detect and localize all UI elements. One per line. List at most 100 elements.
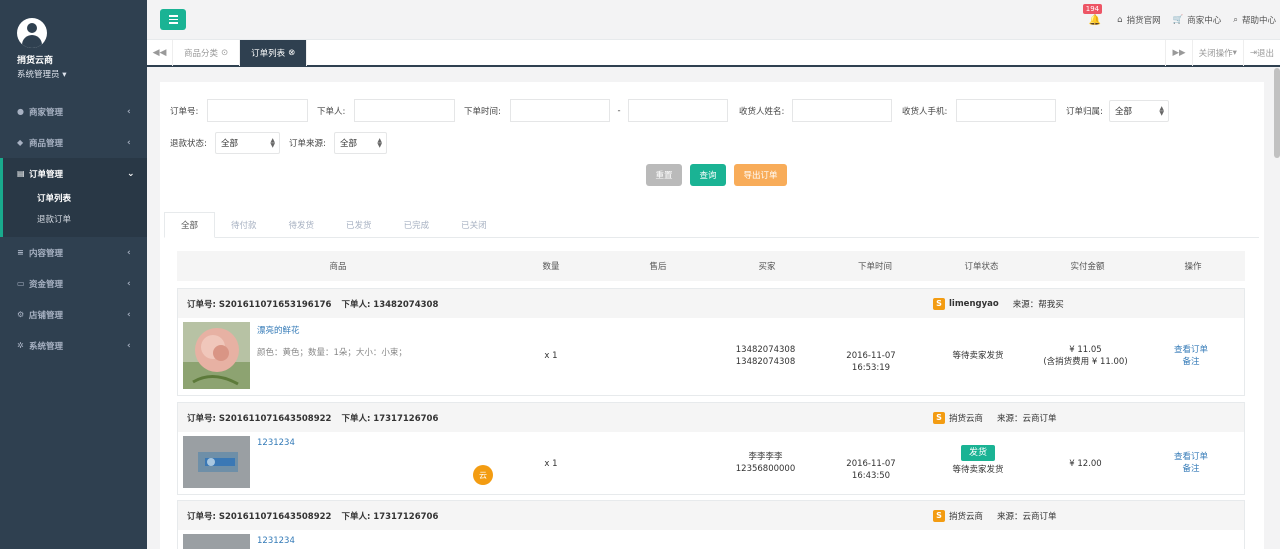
order-owner-select[interactable]: 全部 ▲ ▼ (1109, 99, 1169, 122)
notification-bell[interactable]: 🔔 194 (1082, 3, 1103, 26)
col-goods: 商品 (329, 262, 347, 272)
order-orderer: 下单人: 13482074308 (341, 299, 439, 310)
order-shop: S 捎货云商 来源：云商订单 (933, 411, 1057, 424)
user-icon: ● (17, 107, 24, 116)
reset-button[interactable]: 重置 (646, 164, 682, 186)
product-thumbnail[interactable] (183, 436, 250, 488)
cloud-badge: 云 (473, 465, 493, 485)
order-body: 1231234 (178, 530, 1244, 549)
product-title-link[interactable]: 漂亮的鲜花 (257, 324, 300, 336)
product-thumbnail[interactable] (183, 534, 250, 549)
label-order-source: 订单来源: (289, 139, 326, 149)
col-after-sales: 售后 (649, 262, 667, 272)
logout-button[interactable]: ⇥ 退出 (1242, 40, 1280, 66)
order-no-input[interactable] (207, 99, 308, 122)
tabs-scroll-right-button[interactable]: ▶▶ (1165, 40, 1191, 66)
shop-logo-icon: S (933, 411, 945, 424)
sidebar-menu: ● 商家管理 ‹ ◆ 商品管理 ‹ ▤ 订单管理 ⌄ 订单列表 退款订单 ≡ 内容管理 ‹ ▭ 资… (0, 96, 147, 361)
merchant-center-link[interactable]: 🛒 商家中心 (1173, 14, 1222, 26)
order-header: 订单号: S201611071643508922 下单人: 1731712670… (178, 501, 1244, 530)
label-order-owner: 订单归属: (1066, 106, 1103, 117)
page-tabs-bar: ◀◀ 商品分类 ⊙ 订单列表 ⊗ ▶▶ 关闭操作 ▾ ⇥ 退出 (147, 40, 1280, 67)
main-content: 订单号: 下单人: 下单时间: - 收货人姓名: 收货人手机: 订单归属: 全部… (160, 82, 1264, 549)
order-buyer: 李李李李 12356800000 (735, 452, 796, 474)
ship-button[interactable]: 发货 (960, 445, 995, 461)
sidebar-item-system[interactable]: ✲ 系统管理 ‹ (0, 330, 147, 361)
chevron-left-icon: ‹ (127, 309, 131, 320)
tab-status-closed[interactable]: 已关闭 (445, 212, 503, 237)
tab-status-all[interactable]: 全部 (164, 212, 216, 238)
tab-status-completed[interactable]: 已完成 (388, 212, 446, 237)
updown-arrow-icon: ▲ ▼ (1159, 104, 1164, 117)
tab-status-pending-shipment[interactable]: 待发货 (273, 212, 331, 237)
product-title-link[interactable]: 1231234 (257, 536, 295, 546)
cogs-icon: ⚙ (17, 310, 25, 319)
profile: 捎货云商 系统管理员 ▾ (0, 0, 147, 88)
menu-toggle-button[interactable] (160, 9, 186, 30)
order-number: 订单号: S201611071653196176 (187, 299, 332, 310)
order-source: 来源：云商订单 (997, 511, 1057, 522)
order-time-end-input[interactable] (628, 99, 728, 122)
orderer-input[interactable] (354, 99, 455, 122)
product-title-link[interactable]: 1231234 (257, 438, 295, 448)
receiver-name-input[interactable] (792, 99, 892, 122)
updown-arrow-icon: ▲ ▼ (270, 137, 275, 149)
close-circle-icon[interactable]: ⊗ (288, 48, 295, 58)
double-chevron-left-icon: ◀◀ (152, 48, 167, 58)
top-navbar: 🔔 194 ⌂ 捎货官网 🛒 商家中心 ⌕ 帮助中心 (147, 0, 1280, 40)
order-source-select[interactable]: 全部 ▲ ▼ (334, 132, 387, 154)
receiver-phone-input[interactable] (956, 99, 1056, 122)
product-attributes: 颜色：黄色；数量：1朵；大小：小束； (257, 348, 407, 358)
official-site-link[interactable]: ⌂ 捎货官网 (1117, 14, 1160, 26)
double-chevron-right-icon: ▶▶ (1172, 48, 1186, 58)
close-circle-icon[interactable]: ⊙ (221, 48, 228, 58)
sidebar-subitem-refund-orders[interactable]: 退款订单 (3, 210, 147, 231)
tab-status-pending-payment[interactable]: 待付款 (215, 212, 273, 237)
export-orders-button[interactable]: 导出订单 (734, 164, 787, 186)
sidebar-item-content[interactable]: ≡ 内容管理 ‹ (0, 237, 147, 268)
remark-link[interactable]: 备注 (1158, 463, 1224, 475)
order-orderer: 下单人: 17317126706 (341, 413, 439, 424)
sidebar-item-finance[interactable]: ▭ 资金管理 ‹ (0, 268, 147, 299)
remark-link[interactable]: 备注 (1158, 356, 1224, 368)
query-button[interactable]: 查询 (690, 164, 726, 186)
user-role-dropdown[interactable]: 系统管理员 ▾ (17, 68, 147, 80)
order-status-tabs: 全部 待付款 待发货 已发货 已完成 已关闭 (164, 212, 1259, 238)
cart-icon: 🛒 (1172, 15, 1184, 25)
help-center-link[interactable]: ⌕ 帮助中心 (1233, 14, 1276, 26)
order-number: 订单号: S201611071643508922 (187, 511, 332, 522)
page-scrollbar[interactable] (1274, 68, 1280, 158)
sidebar-item-orders[interactable]: ▤ 订单管理 ⌄ 订单列表 退款订单 (0, 158, 147, 237)
order-source: 来源：帮我买 (1012, 299, 1064, 310)
close-operations-dropdown[interactable]: 关闭操作 ▾ (1191, 40, 1243, 66)
tab-order-list[interactable]: 订单列表 ⊗ (240, 40, 308, 66)
product-thumbnail-rose[interactable] (183, 322, 250, 389)
sidebar-item-goods[interactable]: ◆ 商品管理 ‹ (0, 127, 147, 158)
order-table-header: 商品 数量 售后 买家 下单时间 订单状态 实付金额 操作 (177, 251, 1245, 281)
tab-goods-category[interactable]: 商品分类 ⊙ (173, 40, 241, 66)
sidebar-item-shop[interactable]: ⚙ 店铺管理 ‹ (0, 299, 147, 330)
col-quantity: 数量 (542, 262, 560, 272)
sidebar-item-merchant[interactable]: ● 商家管理 ‹ (0, 96, 147, 127)
col-order-status: 订单状态 (964, 262, 999, 272)
view-order-link[interactable]: 查看订单 (1158, 344, 1224, 356)
sidebar-subitem-order-list[interactable]: 订单列表 (3, 189, 147, 210)
order-time-start-input[interactable] (510, 99, 610, 122)
order-status: 等待卖家发货 (952, 351, 1004, 361)
tab-status-shipped[interactable]: 已发货 (330, 212, 388, 237)
bell-icon: 🔔 (1088, 14, 1102, 26)
order-quantity: x 1 (544, 459, 558, 469)
view-order-link[interactable]: 查看订单 (1158, 451, 1224, 463)
order-time: 2016-11-07 16:43:50 (846, 459, 896, 481)
chevron-left-icon: ‹ (127, 340, 131, 351)
tabs-scroll-left-button[interactable]: ◀◀ (147, 40, 173, 66)
avatar[interactable] (17, 18, 47, 48)
refund-status-select[interactable]: 全部 ▲ ▼ (215, 132, 280, 154)
order-amount: ¥ 12.00 (1069, 459, 1102, 469)
order-header: 订单号: S201611071653196176 下单人: 1348207430… (178, 289, 1244, 318)
order-card: 订单号: S201611071653196176 下单人: 1348207430… (177, 288, 1245, 396)
order-time: 2016-11-07 16:53:19 (846, 351, 896, 373)
chevron-left-icon: ‹ (127, 106, 131, 117)
updown-arrow-icon: ▲ ▼ (377, 137, 382, 149)
order-source: 来源：云商订单 (997, 413, 1057, 424)
